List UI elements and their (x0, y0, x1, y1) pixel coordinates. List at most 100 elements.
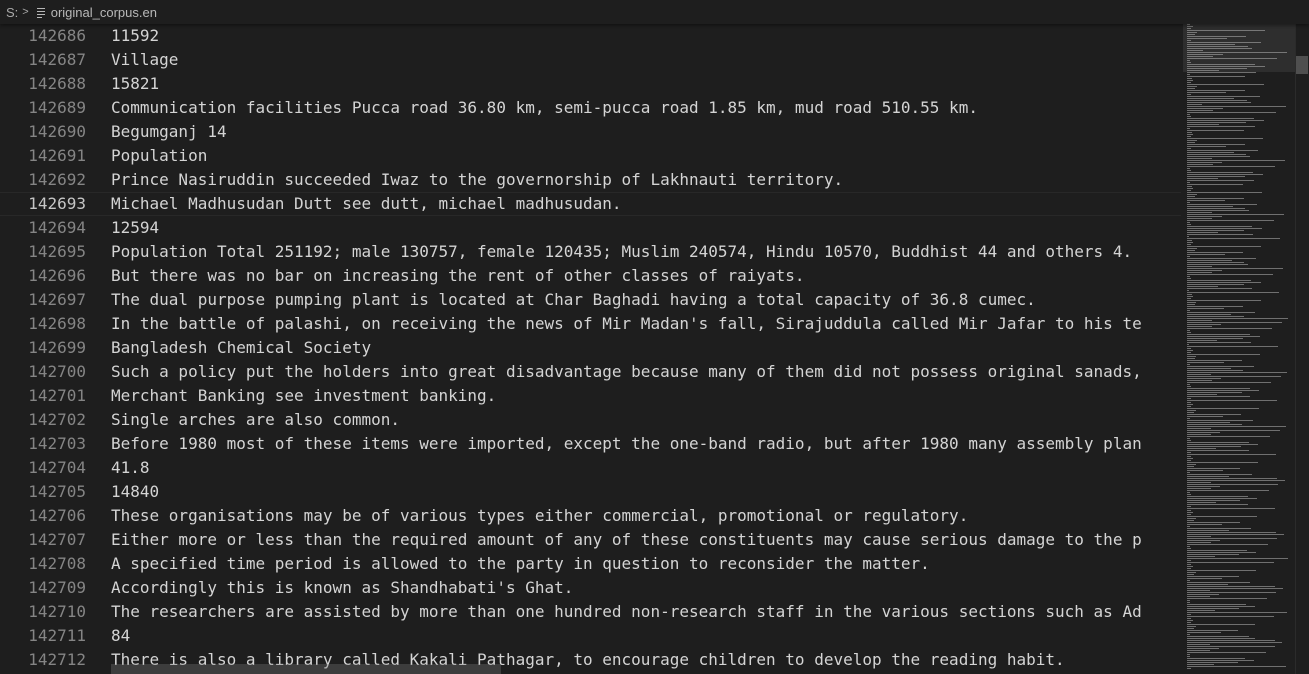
minimap-line (1187, 434, 1212, 435)
editor-line[interactable]: 142696 But there was no bar on increasing… (0, 264, 1181, 288)
editor-line[interactable]: 142701 Merchant Banking see investment ba… (0, 384, 1181, 408)
minimap-line (1187, 256, 1191, 257)
editor-text-area[interactable]: 142686 11592 142687 Village 142688 15821 14268… (0, 24, 1181, 674)
minimap-line (1187, 584, 1229, 585)
line-number: 142690 (28, 122, 86, 141)
line-text[interactable]: Prince Nasiruddin succeeded Iwaz to the … (111, 168, 843, 192)
line-text[interactable]: In the battle of palashi, on receiving t… (111, 312, 1142, 336)
editor-line[interactable]: 142697 The dual purpose pumping plant is … (0, 288, 1181, 312)
minimap-line (1187, 234, 1254, 235)
minimap-line (1187, 404, 1193, 405)
line-text[interactable]: Population Total 251192; male 130757, fe… (111, 240, 1132, 264)
minimap-line (1187, 108, 1223, 109)
editor-line[interactable]: 142700 Such a policy put the holders into… (0, 360, 1181, 384)
editor-line[interactable]: 142702 Single arches are also common. (0, 408, 1181, 432)
minimap-line (1187, 260, 1233, 261)
editor-window: S: > original_corpus.en 142686 11592 14268… (0, 0, 1309, 674)
editor-line[interactable]: 142703 Before 1980 most of these items we… (0, 432, 1181, 456)
minimap-line (1187, 430, 1280, 431)
minimap-line (1187, 360, 1242, 361)
minimap-line (1187, 520, 1195, 521)
minimap-line (1187, 484, 1279, 485)
minimap-line (1187, 276, 1191, 277)
line-text[interactable]: But there was no bar on increasing the r… (111, 264, 805, 288)
line-text[interactable]: Begumganj 14 (111, 120, 227, 144)
minimap-line (1187, 480, 1285, 481)
minimap-line (1187, 636, 1250, 637)
minimap-line (1187, 446, 1242, 447)
minimap-line (1187, 664, 1215, 665)
minimap-line (1187, 388, 1250, 389)
vertical-scrollbar[interactable] (1295, 22, 1309, 674)
line-number: 142707 (28, 530, 86, 549)
line-text[interactable]: Michael Madhusudan Dutt see dutt, michae… (111, 193, 622, 215)
line-text[interactable]: The dual purpose pumping plant is locate… (111, 288, 1036, 312)
minimap-line (1187, 284, 1244, 285)
minimap-line (1187, 310, 1191, 311)
editor-line[interactable]: 142709 Accordingly this is known as Shand… (0, 576, 1181, 600)
line-text[interactable]: Village (111, 48, 178, 72)
line-text[interactable]: These organisations may be of various ty… (111, 504, 968, 528)
editor-line[interactable]: 142710 The researchers are assisted by mo… (0, 600, 1181, 624)
minimap-line (1187, 476, 1230, 477)
editor-line[interactable]: 142699 Bangladesh Chemical Society (0, 336, 1181, 360)
minimap-line (1187, 610, 1215, 611)
line-text[interactable]: A specified time period is allowed to th… (111, 552, 930, 576)
minimap-line (1187, 332, 1191, 333)
editor-line[interactable]: 142705 14840 (0, 480, 1181, 504)
line-text[interactable]: Communication facilities Pucca road 36.8… (111, 96, 978, 120)
line-text[interactable]: Merchant Banking see investment banking. (111, 384, 496, 408)
editor-line[interactable]: 142686 11592 (0, 24, 1181, 48)
editor-line[interactable]: 142689 Communication facilities Pucca roa… (0, 96, 1181, 120)
minimap-line (1187, 292, 1280, 293)
minimap-line (1187, 576, 1239, 577)
editor-line[interactable]: 142692 Prince Nasiruddin succeeded Iwaz t… (0, 168, 1181, 192)
line-text[interactable]: 14840 (111, 480, 159, 504)
minimap-line (1187, 58, 1278, 59)
line-text[interactable]: 84 (111, 624, 130, 648)
editor-line[interactable]: 142691 Population (0, 144, 1181, 168)
editor-line[interactable]: 142706 These organisations may be of vari… (0, 504, 1181, 528)
editor-line[interactable]: 142690 Begumganj 14 (0, 120, 1181, 144)
line-text[interactable]: 15821 (111, 72, 159, 96)
minimap-line (1187, 398, 1191, 399)
line-text[interactable]: Population (111, 144, 207, 168)
line-text[interactable]: 12594 (111, 216, 159, 240)
line-number: 142708 (28, 554, 86, 573)
minimap-line (1187, 156, 1251, 157)
minimap-line (1187, 456, 1192, 457)
editor-line[interactable]: 142688 15821 (0, 72, 1181, 96)
minimap-line (1187, 622, 1191, 623)
editor-line[interactable]: 142708 A specified time period is allowed… (0, 552, 1181, 576)
line-text[interactable]: The researchers are assisted by more tha… (111, 600, 1142, 624)
minimap-line (1187, 120, 1265, 121)
editor-line[interactable]: 142687 Village (0, 48, 1181, 72)
line-text[interactable]: 11592 (111, 24, 159, 48)
editor-line[interactable]: 142707 Either more or less than the requi… (0, 528, 1181, 552)
editor-line[interactable]: 142711 84 (0, 624, 1181, 648)
vertical-scrollbar-thumb[interactable] (1296, 56, 1308, 74)
minimap-line (1187, 242, 1194, 243)
horizontal-scrollbar[interactable] (111, 664, 501, 674)
editor-line[interactable]: 142694 12594 (0, 216, 1181, 240)
breadcrumb-drive[interactable]: S: (6, 5, 18, 20)
minimap-line (1187, 342, 1252, 343)
line-text[interactable]: Accordingly this is known as Shandhabati… (111, 576, 573, 600)
minimap-line (1187, 94, 1191, 95)
minimap-line (1187, 372, 1287, 373)
minimap[interactable] (1183, 22, 1295, 674)
line-text[interactable]: Single arches are also common. (111, 408, 400, 432)
breadcrumb-file-name[interactable]: original_corpus.en (51, 5, 157, 20)
line-text[interactable]: Either more or less than the required am… (111, 528, 1142, 552)
minimap-line (1187, 306, 1243, 307)
line-text[interactable]: 41.8 (111, 456, 150, 480)
line-text[interactable]: Before 1980 most of these items were imp… (111, 432, 1142, 456)
editor-line[interactable]: 142695 Population Total 251192; male 1307… (0, 240, 1181, 264)
editor-line[interactable]: 142704 41.8 (0, 456, 1181, 480)
minimap-line (1187, 258, 1257, 259)
line-text[interactable]: Such a policy put the holders into great… (111, 360, 1142, 384)
minimap-line (1187, 582, 1251, 583)
editor-line-current[interactable]: 142693 Michael Madhusudan Dutt see dutt, … (0, 192, 1181, 216)
line-text[interactable]: Bangladesh Chemical Society (111, 336, 371, 360)
editor-line[interactable]: 142698 In the battle of palashi, on recei… (0, 312, 1181, 336)
